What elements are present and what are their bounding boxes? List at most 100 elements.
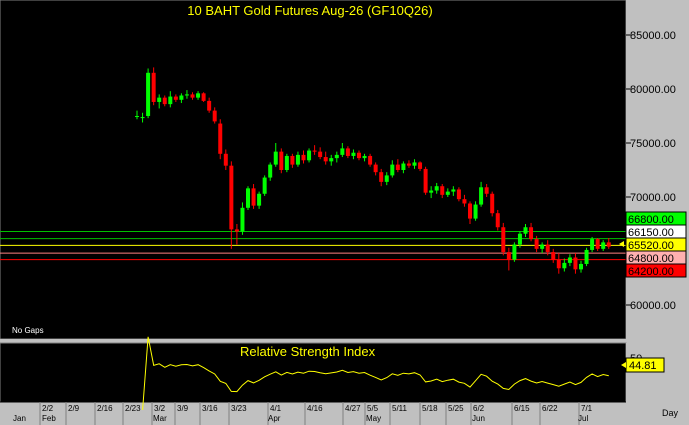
candle-body: [590, 239, 595, 250]
week-tick-label: 6/22: [542, 404, 558, 413]
candle-body: [268, 164, 273, 178]
month-label: Jun: [472, 414, 485, 423]
candle-body: [362, 155, 367, 159]
candle-body: [423, 168, 428, 193]
price-tick-label: 75000.00: [630, 138, 676, 150]
no-gaps-label: No Gaps: [12, 326, 44, 335]
candle-body: [251, 188, 256, 206]
candle-body: [584, 249, 589, 264]
candle-body: [351, 152, 356, 156]
candle-body: [284, 155, 289, 170]
period-label[interactable]: Day: [662, 408, 679, 418]
candle-body: [318, 151, 323, 158]
candle-body: [146, 72, 151, 116]
candle-body: [207, 100, 212, 111]
candle-body: [184, 94, 189, 96]
candle-body: [490, 193, 495, 214]
candle-body: [345, 148, 350, 156]
week-tick-label: 4/1: [270, 404, 282, 413]
candle-body: [479, 187, 484, 205]
candle-body: [601, 242, 606, 249]
month-label: May: [366, 414, 381, 423]
level-tag-label: 65520.00: [628, 240, 674, 252]
candle-body: [429, 190, 434, 193]
candle-body: [390, 164, 395, 176]
candle-body: [357, 152, 361, 159]
panel-divider[interactable]: [0, 339, 689, 343]
candle-body: [373, 164, 378, 173]
level-tag-label: 66150.00: [628, 227, 674, 239]
week-tick-label: 2/16: [97, 404, 113, 413]
candle-body: [534, 239, 539, 249]
candle-body: [412, 162, 417, 166]
month-label: Feb: [42, 414, 56, 423]
candle-body: [234, 229, 239, 232]
candle-body: [179, 95, 184, 100]
candle-body: [218, 123, 223, 154]
candle-body: [262, 177, 267, 194]
candle-body: [273, 151, 278, 165]
price-tick-label: 70000.00: [630, 192, 676, 204]
candle-body: [307, 150, 312, 161]
candle-body: [551, 252, 556, 260]
rsi-title: Relative Strength Index: [240, 344, 376, 359]
candle-body: [468, 203, 472, 219]
week-tick-label: 4/16: [307, 404, 323, 413]
candle-body: [301, 154, 306, 161]
candle-body: [406, 163, 411, 166]
candle-body: [579, 263, 583, 270]
candle-body: [295, 154, 300, 165]
candle-body: [140, 117, 145, 119]
candle-body: [501, 227, 506, 253]
candle-body: [517, 233, 522, 245]
chart-window: 85000.0080000.0075000.0070000.0065000.00…: [0, 0, 689, 425]
week-tick-label: 5/11: [392, 404, 408, 413]
candle-body: [151, 72, 156, 102]
candle-body: [529, 227, 534, 240]
candle-body: [229, 165, 234, 230]
candle-body: [440, 186, 445, 195]
week-tick-label: 6/2: [473, 404, 485, 413]
month-label: Jan: [13, 414, 26, 423]
candle-body: [323, 157, 328, 162]
candle-body: [451, 189, 456, 192]
candle-body: [257, 193, 262, 206]
week-tick-label: 6/15: [514, 404, 530, 413]
week-tick-label: 3/23: [231, 404, 247, 413]
candle-body: [512, 244, 517, 260]
week-tick-label: 7/1: [581, 404, 593, 413]
candle-body: [212, 110, 217, 122]
candle-body: [595, 239, 600, 249]
candle-body: [545, 244, 550, 253]
week-tick-label: 4/27: [345, 404, 361, 413]
month-label: Jul: [578, 414, 588, 423]
month-label: Mar: [153, 414, 167, 423]
week-tick-label: 2/2: [42, 404, 54, 413]
candle-body: [523, 227, 528, 234]
candle-body: [223, 153, 228, 166]
candle-body: [162, 97, 167, 105]
candle-body: [196, 93, 201, 98]
level-tag-label: 64200.00: [628, 266, 674, 278]
candle-body: [495, 213, 500, 228]
candle-body: [573, 257, 578, 270]
price-panel[interactable]: [0, 0, 627, 340]
candle-body: [312, 150, 317, 152]
candle-body: [445, 191, 450, 195]
week-tick-label: 5/18: [422, 404, 438, 413]
price-tick-label: 60000.00: [630, 300, 676, 312]
week-tick-label: 2/9: [68, 404, 80, 413]
candle-body: [246, 188, 250, 208]
candle-body: [462, 199, 467, 204]
candle-body: [340, 148, 345, 155]
month-label: Apr: [268, 414, 281, 423]
week-tick-label: 2/23: [125, 404, 141, 413]
candle-body: [135, 116, 139, 117]
candle-body: [456, 189, 461, 200]
price-tick-label: 85000.00: [630, 30, 676, 42]
week-tick-label: 5/5: [367, 404, 379, 413]
candle-body: [556, 259, 561, 269]
level-price-tags: 66800.0066150.0065520.0064800.0064200.00: [625, 211, 687, 278]
price-axis-area: [626, 0, 689, 339]
candle-body: [329, 158, 334, 162]
